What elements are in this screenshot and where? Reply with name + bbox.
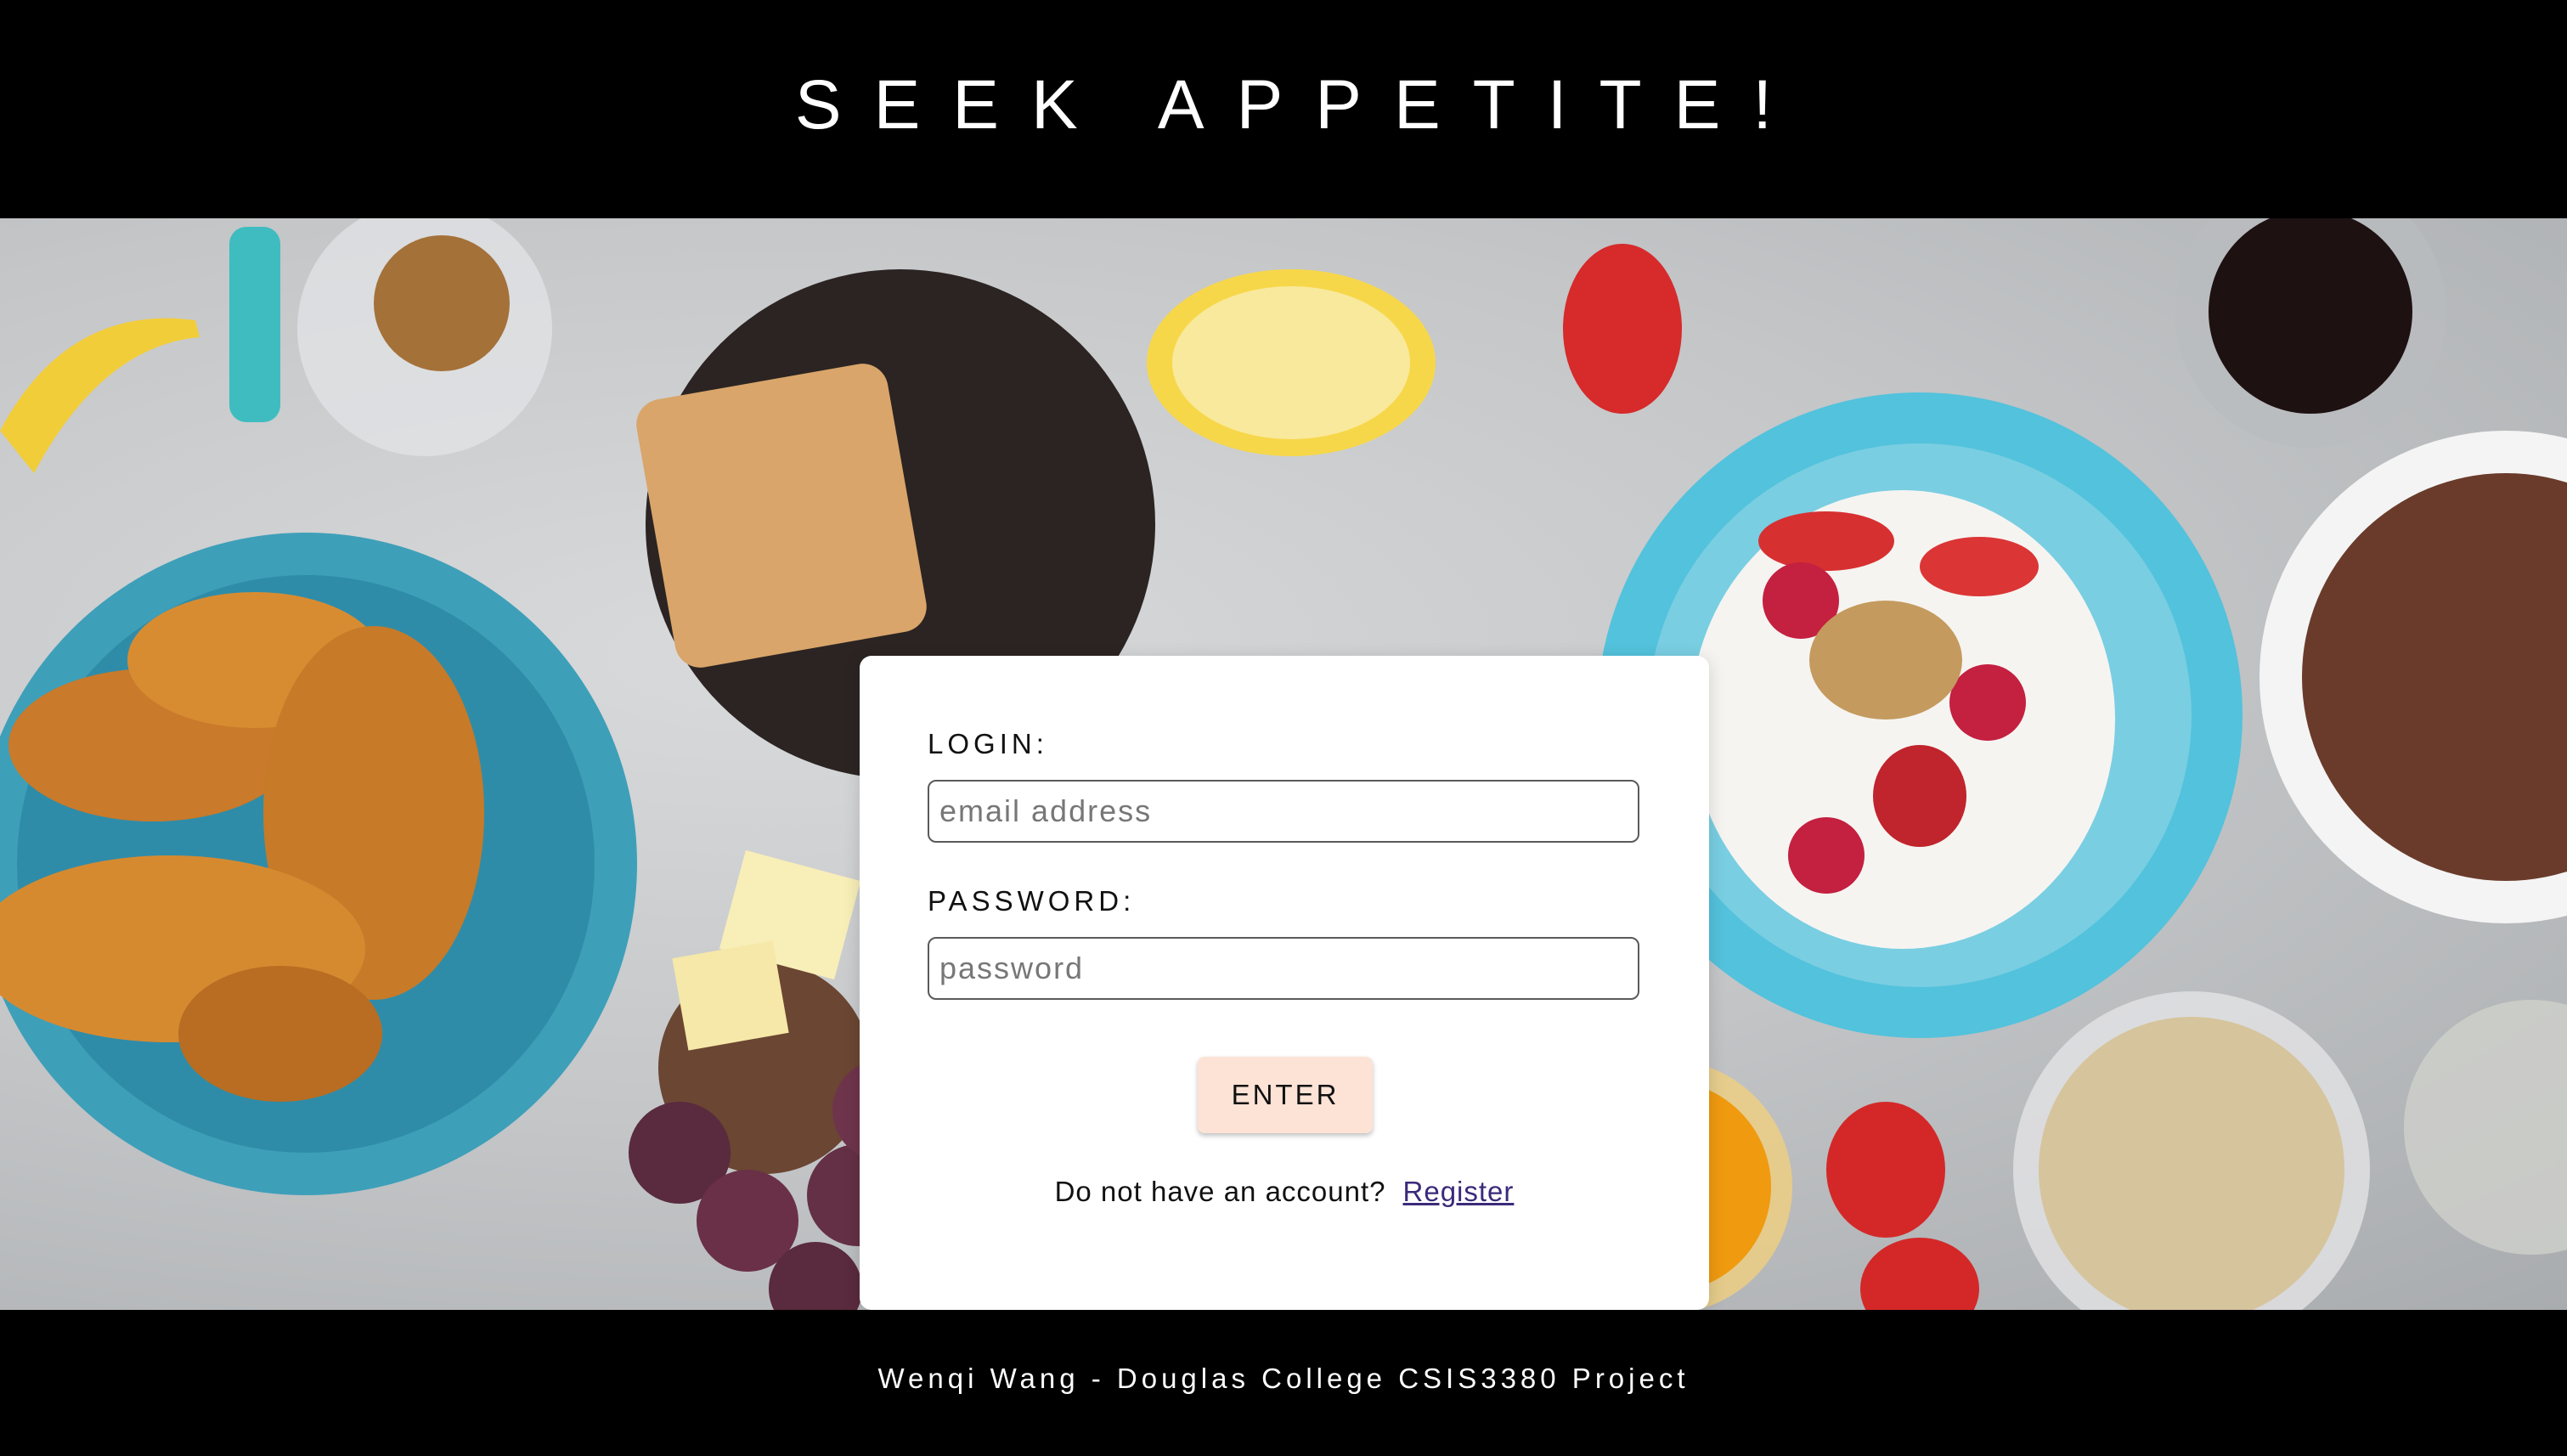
password-label: PASSWORD: <box>928 885 1136 917</box>
register-link[interactable]: Register <box>1403 1176 1515 1207</box>
password-input[interactable] <box>928 937 1639 1000</box>
enter-button[interactable]: ENTER <box>1198 1057 1373 1133</box>
login-label: LOGIN: <box>928 728 1048 759</box>
login-card: LOGIN: PASSWORD: ENTER Do not have an ac… <box>860 656 1709 1310</box>
site-footer: Wenqi Wang - Douglas College CSIS3380 Pr… <box>0 1310 2567 1456</box>
register-prompt-text: Do not have an account? <box>1054 1176 1386 1207</box>
footer-credit: Wenqi Wang - Douglas College CSIS3380 Pr… <box>877 1363 1690 1394</box>
site-title: SEEK APPETITE! <box>794 65 1805 144</box>
email-input[interactable] <box>928 780 1639 843</box>
register-prompt-line: Do not have an account? Register <box>860 1176 1709 1208</box>
hero-background: LOGIN: PASSWORD: ENTER Do not have an ac… <box>0 218 2567 1310</box>
site-header: SEEK APPETITE! <box>0 0 2567 218</box>
